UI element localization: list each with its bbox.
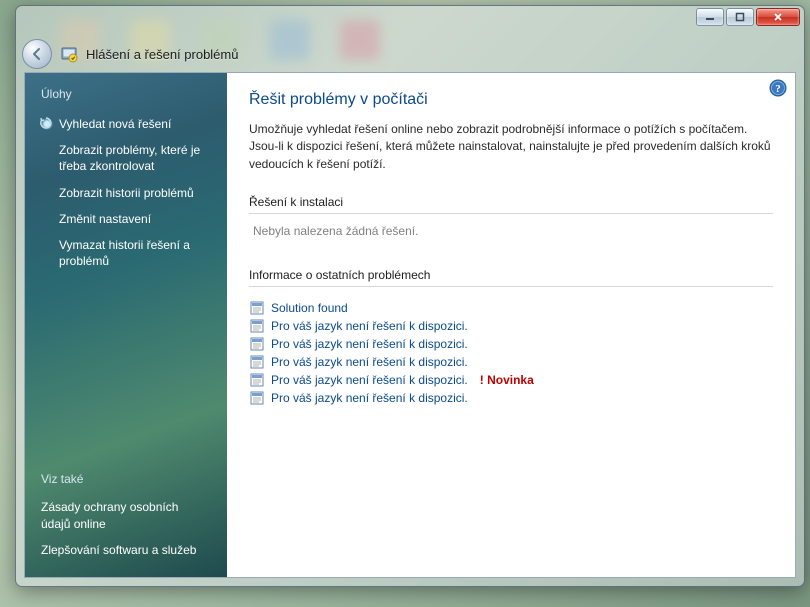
new-badge: ! Novinka: [480, 373, 534, 387]
problem-link[interactable]: Pro váš jazyk není řešení k dispozici.: [271, 319, 468, 333]
document-icon: [249, 390, 265, 406]
help-icon[interactable]: ?: [769, 79, 787, 97]
window-frame: Hlášení a řešení problémů Úlohy Vyhledat…: [15, 5, 805, 587]
document-icon: [249, 354, 265, 370]
sidebar-item-view-problems[interactable]: Zobrazit problémy, které je třeba zkontr…: [41, 137, 211, 179]
problem-list: Solution found Pro váš jazyk není řešení…: [249, 295, 773, 407]
problem-link[interactable]: Pro váš jazyk není řešení k dispozici.: [271, 391, 468, 405]
problem-item: Solution found: [249, 299, 773, 317]
page-title: Řešit problémy v počítači: [249, 91, 773, 109]
problem-item: Pro váš jazyk není řešení k dispozici.: [249, 317, 773, 335]
svg-text:?: ?: [775, 83, 781, 95]
problem-link[interactable]: Pro váš jazyk není řešení k dispozici.: [271, 337, 468, 351]
sidebar-item-label: Zobrazit problémy, které je třeba zkontr…: [59, 143, 200, 173]
sidebar: Úlohy Vyhledat nová řešení Zobrazit prob…: [25, 73, 227, 577]
see-also-label: Zásady ochrany osobních údajů online: [41, 500, 178, 530]
see-also-label: Zlepšování softwaru a služeb: [41, 543, 196, 557]
sidebar-item-search-solutions[interactable]: Vyhledat nová řešení: [41, 111, 211, 137]
refresh-icon: [39, 116, 53, 134]
see-also-heading: Viz také: [41, 472, 211, 486]
nav-strip: Hlášení a řešení problémů: [16, 36, 804, 72]
see-also: Viz také Zásady ochrany osobních údajů o…: [41, 472, 211, 563]
problem-item: Pro váš jazyk není řešení k dispozici.: [249, 353, 773, 371]
see-also-list: Zásady ochrany osobních údajů online Zle…: [41, 494, 211, 563]
sidebar-item-clear-history[interactable]: Vymazat historii řešení a problémů: [41, 232, 211, 274]
task-list: Vyhledat nová řešení Zobrazit problémy, …: [41, 111, 211, 274]
install-section-heading: Řešení k instalaci: [249, 195, 773, 214]
maximize-button[interactable]: [726, 8, 754, 26]
sidebar-item-label: Změnit nastavení: [59, 212, 151, 226]
sidebar-item-label: Zobrazit historii problémů: [59, 186, 194, 200]
minimize-button[interactable]: [696, 8, 724, 26]
see-also-privacy[interactable]: Zásady ochrany osobních údajů online: [41, 494, 211, 536]
content-area: Úlohy Vyhledat nová řešení Zobrazit prob…: [24, 72, 796, 578]
see-also-improvement[interactable]: Zlepšování softwaru a služeb: [41, 537, 211, 563]
page-description: Umožňuje vyhledat řešení online nebo zob…: [249, 121, 773, 173]
close-button[interactable]: [756, 8, 800, 26]
app-icon: [60, 45, 78, 63]
problem-link[interactable]: Solution found: [271, 301, 348, 315]
sidebar-item-label: Vyhledat nová řešení: [59, 117, 171, 131]
breadcrumb: Hlášení a řešení problémů: [86, 47, 238, 62]
info-section-heading: Informace o ostatních problémech: [249, 268, 773, 287]
sidebar-item-change-settings[interactable]: Změnit nastavení: [41, 206, 211, 232]
problem-link[interactable]: Pro váš jazyk není řešení k dispozici.: [271, 373, 468, 387]
document-icon: [249, 372, 265, 388]
document-icon: [249, 300, 265, 316]
document-icon: [249, 318, 265, 334]
tasks-heading: Úlohy: [41, 87, 211, 101]
problem-item: Pro váš jazyk není řešení k dispozici.: [249, 335, 773, 353]
install-empty-message: Nebyla nalezena žádná řešení.: [249, 222, 773, 238]
back-button[interactable]: [22, 39, 52, 69]
document-icon: [249, 336, 265, 352]
sidebar-item-label: Vymazat historii řešení a problémů: [59, 238, 190, 268]
problem-item: Pro váš jazyk není řešení k dispozici.: [249, 389, 773, 407]
titlebar: [16, 6, 804, 36]
problem-item: Pro váš jazyk není řešení k dispozici. !…: [249, 371, 773, 389]
problem-link[interactable]: Pro váš jazyk není řešení k dispozici.: [271, 355, 468, 369]
sidebar-item-problem-history[interactable]: Zobrazit historii problémů: [41, 180, 211, 206]
main-panel: ? Řešit problémy v počítači Umožňuje vyh…: [227, 73, 795, 577]
